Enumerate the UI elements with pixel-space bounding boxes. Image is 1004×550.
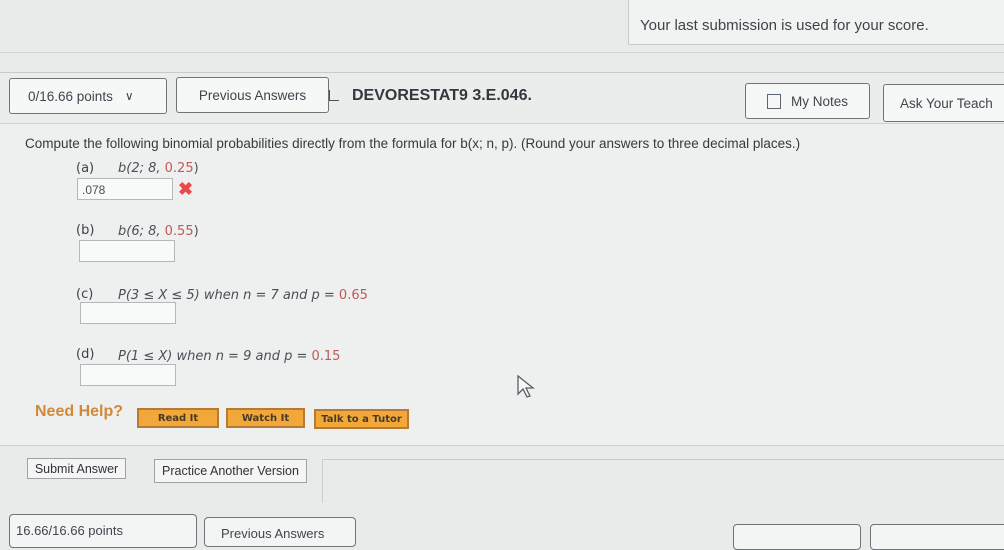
part-c-expression: P(3 ≤ X ≤ 5) when n = 7 and p = 0.65 xyxy=(118,288,368,303)
my-notes-button[interactable]: My Notes xyxy=(745,83,870,119)
divider xyxy=(322,459,1004,460)
talk-to-tutor-button[interactable]: Talk to a Tutor xyxy=(314,409,409,429)
part-a-expr-close: ) xyxy=(193,161,199,176)
divider xyxy=(322,459,323,503)
chevron-down-icon: ∨ xyxy=(124,89,134,103)
submission-notice: Your last submission is used for your sc… xyxy=(640,17,929,34)
problem-code: DEVORESTAT9 3.E.046. xyxy=(352,87,532,104)
part-d-expr-text: P(1 ≤ X) when n = 9 and p = xyxy=(118,349,312,364)
part-c-label: (c) xyxy=(76,287,94,302)
submit-answer-button[interactable]: Submit Answer xyxy=(27,458,126,479)
question-text: Compute the following binomial probabili… xyxy=(25,136,801,151)
next-my-notes-button[interactable] xyxy=(733,524,861,550)
next-ask-teacher-button[interactable] xyxy=(870,524,1004,550)
part-b-answer-input[interactable] xyxy=(79,240,175,262)
part-b-expression: b(6; 8, 0.55) xyxy=(118,224,199,239)
part-c-expr-text: P(3 ≤ X ≤ 5) when n = 7 and p = xyxy=(118,288,339,303)
part-b-expr-close: ) xyxy=(193,224,199,239)
practice-another-version-button[interactable]: Practice Another Version xyxy=(154,459,307,483)
points-dropdown[interactable]: 0/16.66 points ∨ xyxy=(9,78,167,114)
next-points-label: 16.66/16.66 points xyxy=(16,523,123,538)
next-previous-answers-button[interactable]: Previous Answers xyxy=(204,517,356,547)
ask-your-teacher-button[interactable]: Ask Your Teach xyxy=(883,84,1004,122)
part-d-label: (d) xyxy=(76,347,95,362)
part-c-p-value: 0.65 xyxy=(338,288,368,303)
part-a-p-value: 0.25 xyxy=(164,161,194,176)
divider xyxy=(0,445,1004,446)
part-d-answer-input[interactable] xyxy=(80,364,176,386)
watch-it-button[interactable]: Watch It xyxy=(226,408,305,428)
part-d-p-value: 0.15 xyxy=(311,349,341,364)
part-b-label: (b) xyxy=(76,223,95,238)
part-b-p-value: 0.55 xyxy=(164,224,194,239)
my-notes-label: My Notes xyxy=(790,93,848,109)
ask-teacher-label: Ask Your Teach xyxy=(900,95,993,111)
part-a-expr-text: b(2; 8, xyxy=(118,161,165,176)
previous-answers-button[interactable]: Previous Answers xyxy=(176,77,329,113)
part-b-expr-text: b(6; 8, xyxy=(118,224,165,239)
part-d-expression: P(1 ≤ X) when n = 9 and p = 0.15 xyxy=(118,349,340,364)
notes-icon xyxy=(766,93,781,109)
read-it-button[interactable]: Read It xyxy=(137,408,219,428)
part-a-expression: b(2; 8, 0.25) xyxy=(118,161,199,176)
points-label: 0/16.66 points xyxy=(28,88,113,104)
need-help-title: Need Help? xyxy=(35,403,124,420)
dropdown-tail-icon xyxy=(329,90,339,101)
previous-answers-label: Previous Answers xyxy=(198,87,307,103)
part-c-answer-input[interactable] xyxy=(80,302,176,324)
mouse-cursor-icon xyxy=(517,374,535,398)
divider xyxy=(0,52,1004,53)
part-a-label: (a) xyxy=(76,161,95,176)
incorrect-x-icon: ✖ xyxy=(178,179,194,199)
next-points-dropdown[interactable]: 16.66/16.66 points xyxy=(9,514,197,548)
part-a-answer-input[interactable]: .078 xyxy=(77,178,173,200)
